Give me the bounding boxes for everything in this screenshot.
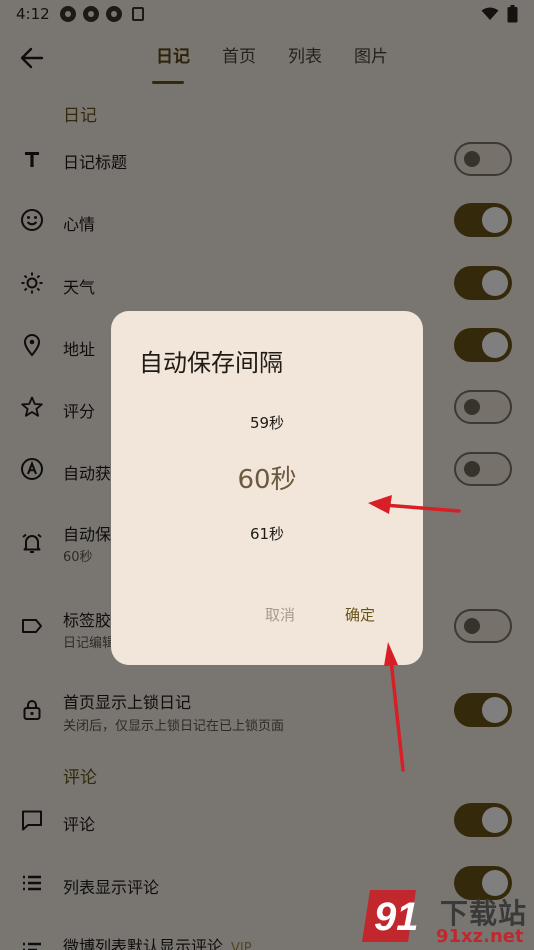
annotation-arrows: [368, 495, 461, 772]
svg-text:91: 91: [374, 895, 419, 939]
watermark-url: 91xz.net: [436, 926, 524, 947]
arrow-to-picker: [368, 495, 461, 514]
watermark: 91 下载站 91xz.net: [360, 880, 534, 950]
arrow-to-confirm: [384, 642, 405, 772]
watermark-logo-icon: 91: [362, 890, 419, 942]
